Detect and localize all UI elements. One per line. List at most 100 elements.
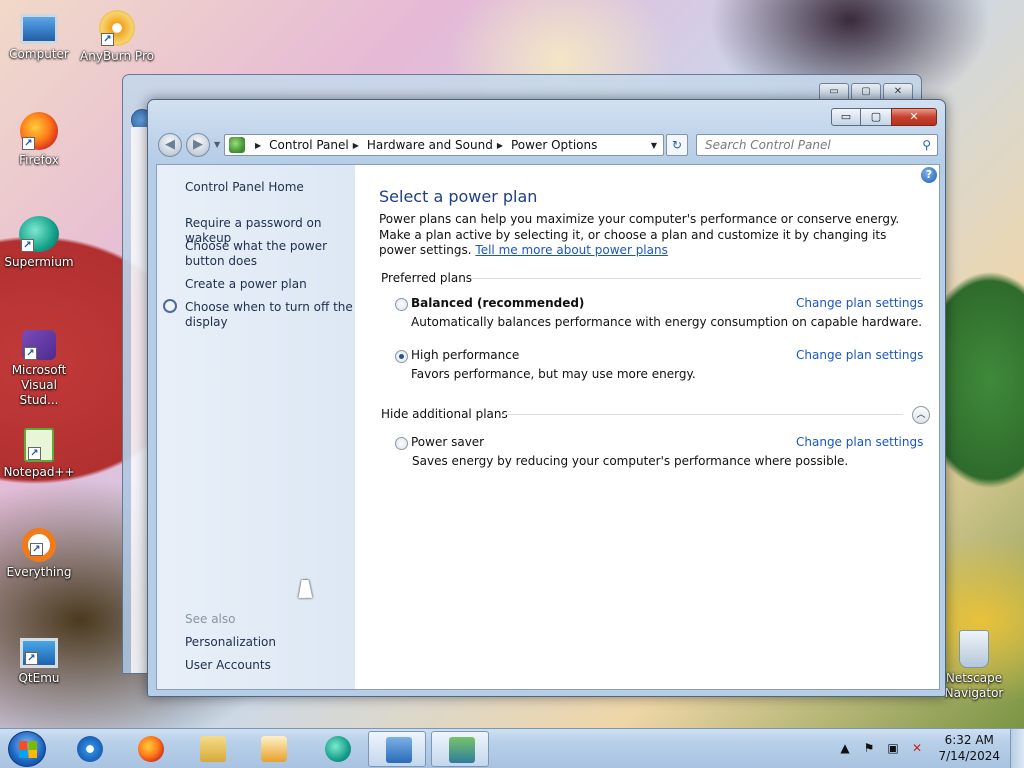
balanced-radio[interactable]: [395, 298, 408, 311]
preferred-plans-heading: Preferred plans: [381, 271, 473, 285]
back-button[interactable]: ◀: [158, 133, 182, 157]
balanced-plan-name[interactable]: Balanced (recommended): [411, 296, 584, 310]
control-panel-home-link[interactable]: Control Panel Home: [185, 180, 353, 195]
high-performance-change-settings-link[interactable]: Change plan settings: [796, 348, 923, 362]
chevron-right-icon[interactable]: ▶: [497, 141, 503, 150]
user-accounts-link[interactable]: User Accounts: [185, 658, 353, 673]
hide-additional-plans-heading[interactable]: Hide additional plans: [381, 407, 508, 421]
computer-icon: [20, 14, 58, 44]
desktop-icon-qtemu[interactable]: ↗ QtEmu: [2, 632, 76, 686]
page-title: Select a power plan: [379, 187, 538, 206]
desktop-icon-label: Netscape Navigator: [944, 671, 1004, 700]
firefox-icon: [138, 736, 164, 762]
show-desktop-button[interactable]: [1010, 729, 1024, 768]
tell-me-more-link[interactable]: Tell me more about power plans: [475, 243, 667, 257]
task-pane: Control Panel Home Require a password on…: [157, 165, 355, 689]
taskbar-internet-explorer[interactable]: [60, 731, 118, 767]
forward-button[interactable]: ▶: [186, 133, 210, 157]
desktop-icon-label: Computer: [9, 47, 69, 61]
taskbar-supermium[interactable]: [308, 731, 366, 767]
desktop-icon-everything[interactable]: ↗ Everything: [2, 528, 76, 580]
chevron-right-icon[interactable]: ▶: [353, 141, 359, 150]
network-icon[interactable]: ▣: [886, 741, 900, 755]
desktop-icon-label: Notepad++: [3, 465, 75, 479]
divider: [501, 414, 903, 415]
windows-logo-icon: [19, 741, 37, 758]
power-saver-radio[interactable]: [395, 437, 408, 450]
maximize-button[interactable]: ▢: [861, 108, 891, 126]
shortcut-arrow-icon: ↗: [25, 652, 38, 665]
search-icon[interactable]: ⚲: [922, 135, 931, 155]
show-hidden-icons-icon[interactable]: ▲: [838, 741, 852, 755]
desktop-icon-computer[interactable]: Computer: [2, 8, 76, 62]
system-tray: ▲ ⚑ ▣ ✕: [838, 741, 924, 755]
divider: [471, 278, 921, 279]
shortcut-arrow-icon: ↗: [30, 543, 43, 556]
address-dropdown-icon[interactable]: ▼: [651, 141, 657, 150]
chevron-right-icon[interactable]: ▶: [255, 141, 261, 150]
content-area: Control Panel Home Require a password on…: [156, 164, 940, 690]
desktop-icon-anyburn[interactable]: ↗ AnyBurn Pro: [80, 10, 154, 64]
high-performance-radio[interactable]: [395, 350, 408, 363]
recycle-bin-icon: [959, 630, 989, 668]
shortcut-arrow-icon: ↗: [22, 137, 35, 150]
control-panel-icon: [386, 737, 412, 763]
desktop-icon-netscape[interactable]: Netscape Navigator: [937, 630, 1011, 701]
desktop-icon-label: Everything: [6, 565, 72, 579]
balanced-plan-description: Automatically balances performance with …: [411, 315, 923, 329]
volume-muted-icon[interactable]: ✕: [910, 741, 924, 755]
folder-icon: [200, 736, 226, 762]
start-button[interactable]: [8, 731, 46, 767]
qtemu-icon: ↗: [20, 638, 58, 668]
refresh-button[interactable]: ↻: [666, 134, 688, 156]
create-power-plan-link[interactable]: Create a power plan: [185, 277, 353, 292]
power-saver-change-settings-link[interactable]: Change plan settings: [796, 435, 923, 449]
clock-date: 7/14/2024: [938, 749, 1000, 763]
address-bar[interactable]: ▶ Control Panel ▶ Hardware and Sound ▶ P…: [224, 134, 664, 156]
disc-icon: ↗: [99, 10, 135, 46]
turn-off-display-link[interactable]: Choose when to turn off the display: [185, 300, 353, 330]
taskbar-remote-desktop[interactable]: [431, 731, 489, 767]
breadcrumb-power-options[interactable]: Power Options: [511, 138, 597, 152]
page-description: Power plans can help you maximize your c…: [379, 212, 919, 259]
power-options-window[interactable]: ▭ ▢ ✕ ◀ ▶ ▼ ▶ Control Panel ▶ Hardware a…: [147, 99, 946, 697]
supermium-icon: [325, 736, 351, 762]
desktop-icon-label: Supermium: [4, 255, 74, 269]
close-button[interactable]: ✕: [891, 108, 937, 126]
desktop-icon-label: AnyBurn Pro: [80, 49, 154, 63]
minimize-button[interactable]: ▭: [831, 108, 861, 126]
power-saver-plan-description: Saves energy by reducing your computer's…: [412, 454, 849, 468]
search-placeholder: Search Control Panel: [705, 138, 831, 152]
high-performance-plan-description: Favors performance, but may use more ene…: [411, 367, 696, 381]
power-button-link[interactable]: Choose what the power button does: [185, 239, 353, 269]
collapse-icon[interactable]: ︿: [912, 406, 930, 424]
search-input[interactable]: Search Control Panel ⚲: [696, 134, 938, 156]
taskbar-control-panel[interactable]: [368, 731, 426, 767]
desktop-icon-notepadpp[interactable]: ↗ Notepad++: [2, 428, 76, 480]
taskbar-file-explorer[interactable]: [183, 731, 241, 767]
balanced-change-settings-link[interactable]: Change plan settings: [796, 296, 923, 310]
desktop-icon-label: QtEmu: [18, 671, 60, 685]
shortcut-arrow-icon: ↗: [21, 239, 34, 252]
desktop-icon-supermium[interactable]: ↗ Supermium: [2, 216, 76, 270]
taskbar-firefox[interactable]: [121, 731, 179, 767]
personalization-link[interactable]: Personalization: [185, 635, 353, 650]
internet-explorer-icon: [77, 736, 103, 762]
notepadpp-icon: ↗: [24, 428, 54, 462]
main-pane: ? Select a power plan Power plans can he…: [355, 165, 939, 689]
desktop-icon-visual-studio[interactable]: ↗ Microsoft Visual Stud...: [2, 330, 76, 408]
clock[interactable]: 6:32 AM 7/14/2024: [938, 732, 1000, 764]
remote-desktop-icon: [449, 737, 475, 763]
desktop-icon-label: Microsoft Visual Stud...: [11, 363, 67, 407]
desktop-icon-firefox[interactable]: ↗ Firefox: [2, 112, 76, 168]
breadcrumb-control-panel[interactable]: Control Panel: [269, 138, 349, 152]
power-saver-plan-name[interactable]: Power saver: [411, 435, 484, 449]
firefox-icon: ↗: [20, 112, 58, 150]
breadcrumb-hardware-and-sound[interactable]: Hardware and Sound: [367, 138, 493, 152]
taskbar-media-player[interactable]: [244, 731, 302, 767]
action-center-flag-icon[interactable]: ⚑: [862, 741, 876, 755]
navigation-bar: ◀ ▶ ▼ ▶ Control Panel ▶ Hardware and Sou…: [156, 132, 938, 158]
help-icon[interactable]: ?: [921, 167, 937, 183]
high-performance-plan-name[interactable]: High performance: [411, 348, 519, 362]
recent-pages-dropdown[interactable]: ▼: [214, 140, 220, 149]
